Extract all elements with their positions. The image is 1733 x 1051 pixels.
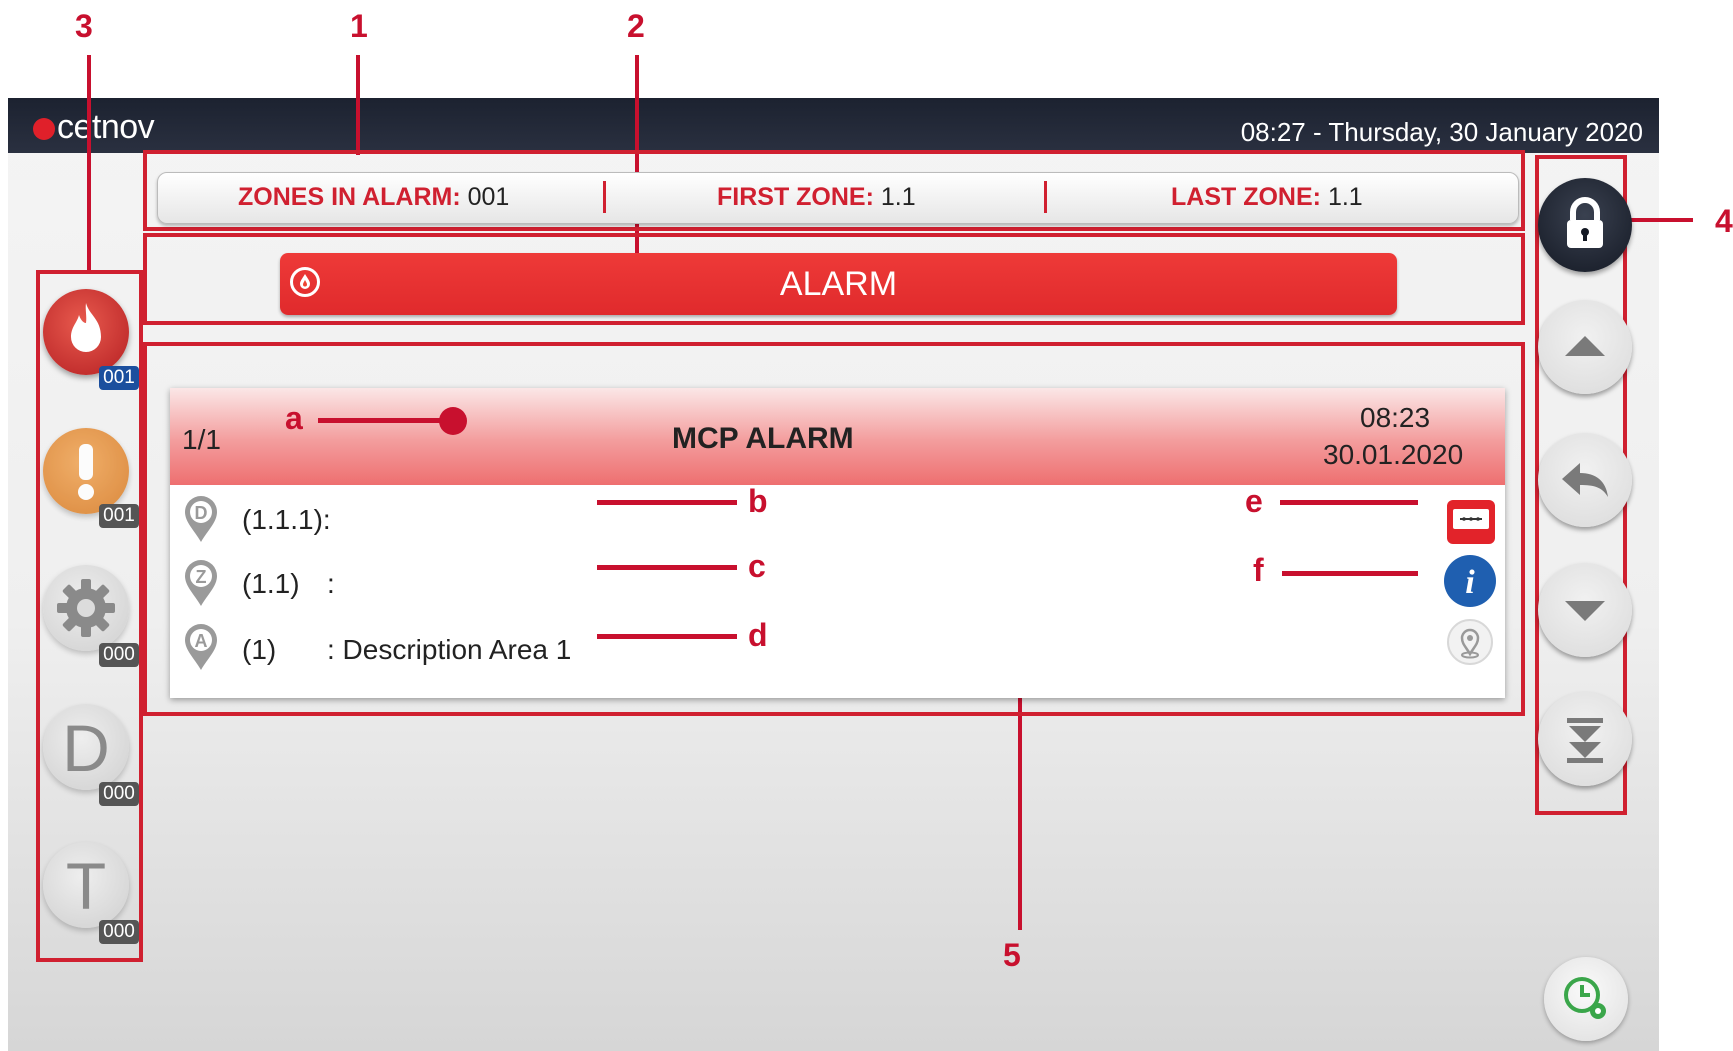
- last-zone-label: LAST ZONE:: [1171, 183, 1321, 211]
- callout-line-c: [597, 565, 737, 570]
- device-pin-icon: D: [185, 496, 217, 542]
- callout-d: d: [748, 617, 768, 653]
- sidebar-warning-button[interactable]: [43, 428, 129, 514]
- sidebar-fire-button[interactable]: [43, 289, 129, 375]
- device-id: (1.1.1):: [242, 504, 331, 535]
- clock-settings-icon: [1564, 977, 1606, 1019]
- warning-count-badge: 001: [99, 504, 139, 528]
- time-settings-button[interactable]: [1544, 957, 1628, 1041]
- brand-logo: cetnov: [33, 108, 155, 147]
- callout-line-a: [318, 418, 446, 423]
- area-description: : Description Area 1: [327, 634, 572, 665]
- callout-line-4: [1631, 218, 1693, 222]
- callout-c: c: [748, 548, 766, 584]
- sidebar-disabled-button[interactable]: D: [43, 704, 129, 790]
- zone-pin-letter: Z: [196, 567, 207, 587]
- device-pin-letter: D: [195, 503, 208, 523]
- event-counter: 1/1: [182, 424, 221, 455]
- event-title: MCP ALARM: [672, 422, 854, 455]
- callout-line-b: [597, 500, 737, 505]
- logo-dot: [33, 118, 55, 140]
- callout-line-f: [1282, 571, 1418, 576]
- callout-f: f: [1253, 552, 1264, 588]
- callout-e: e: [1245, 483, 1263, 519]
- callout-line-e: [1280, 500, 1418, 505]
- event-time: 08:23: [1360, 402, 1431, 433]
- area-pin-letter: A: [195, 631, 208, 651]
- event-card[interactable]: 1/1 MCP ALARM 08:23 30.01.2020 D (1.1.1)…: [170, 388, 1505, 698]
- zone-id: (1.1): [242, 568, 300, 599]
- letter-d-icon: D: [62, 711, 110, 785]
- first-zone-label: FIRST ZONE:: [717, 183, 874, 211]
- logo-text: cetnov: [57, 108, 155, 146]
- datetime-display: 08:27 - Thursday, 30 January 2020: [1240, 117, 1643, 147]
- zones-in-alarm: ZONES IN ALARM: 001: [238, 183, 509, 212]
- arrow-up-icon: [1565, 336, 1605, 356]
- fire-icon: [71, 303, 101, 352]
- first-zone: FIRST ZONE: 1.1: [717, 183, 916, 212]
- arrow-down-icon: [1565, 601, 1605, 621]
- back-button[interactable]: [1538, 433, 1632, 527]
- sidebar-settings-button[interactable]: [43, 565, 129, 651]
- zones-in-alarm-value: 001: [467, 183, 510, 211]
- zone-divider: [1044, 181, 1047, 213]
- scroll-to-end-button[interactable]: [1538, 692, 1632, 786]
- callout-2: 2: [627, 8, 645, 44]
- callout-dot-a: [439, 407, 467, 435]
- callout-a: a: [285, 400, 303, 436]
- zone-description: :: [327, 568, 335, 599]
- zone-summary-bar: ZONES IN ALARM: 001 FIRST ZONE: 1.1 LAST…: [157, 172, 1519, 224]
- lock-icon: [1567, 197, 1603, 248]
- svg-text:i: i: [1465, 564, 1475, 601]
- fire-count-badge: 001: [99, 366, 139, 390]
- last-zone-value: 1.1: [1327, 183, 1363, 211]
- callout-3: 3: [75, 8, 93, 44]
- location-icon[interactable]: [1446, 618, 1494, 666]
- info-icon[interactable]: i: [1442, 553, 1498, 609]
- last-zone: LAST ZONE: 1.1: [1171, 183, 1363, 212]
- alarm-status-label: ALARM: [779, 265, 898, 303]
- call-point-device-icon[interactable]: [1445, 498, 1497, 546]
- scroll-down-button[interactable]: [1538, 563, 1632, 657]
- event-date: 30.01.2020: [1323, 439, 1464, 470]
- skip-to-end-icon: [1567, 718, 1603, 763]
- sidebar-test-button[interactable]: T: [43, 842, 129, 928]
- disabled-count-badge: 000: [99, 782, 139, 806]
- scroll-up-button[interactable]: [1538, 300, 1632, 394]
- back-icon: [1562, 463, 1608, 497]
- settings-count-badge: 000: [99, 643, 139, 667]
- callout-line-3: [87, 55, 91, 273]
- callout-4: 4: [1715, 203, 1733, 239]
- test-count-badge: 000: [99, 920, 139, 944]
- callout-line-1: [356, 55, 360, 155]
- warning-icon: [78, 444, 94, 500]
- callout-5: 5: [1003, 937, 1021, 973]
- zone-divider: [603, 181, 606, 213]
- callout-line-d: [597, 634, 737, 639]
- alarm-status-button[interactable]: ALARM: [280, 253, 1397, 315]
- zone-pin-icon: Z: [185, 560, 217, 606]
- callout-b: b: [748, 483, 768, 519]
- lock-button[interactable]: [1538, 178, 1632, 272]
- first-zone-value: 1.1: [880, 183, 916, 211]
- zones-in-alarm-label: ZONES IN ALARM:: [238, 183, 461, 211]
- gear-icon: [57, 579, 115, 637]
- area-pin-icon: A: [185, 624, 217, 670]
- callout-1: 1: [350, 8, 368, 44]
- area-id: (1): [242, 634, 277, 665]
- letter-t-icon: T: [65, 849, 107, 923]
